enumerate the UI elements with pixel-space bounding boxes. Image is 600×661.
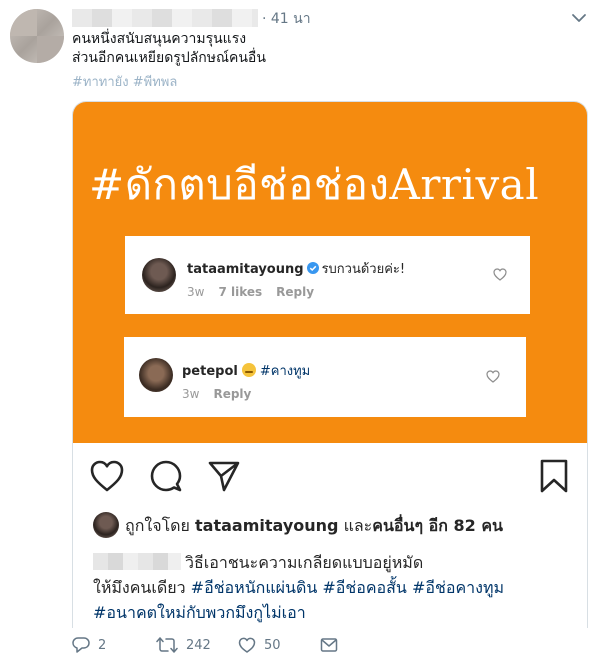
- like-count: 50: [264, 637, 281, 653]
- liker-avatar: [93, 512, 119, 538]
- verified-icon: [306, 262, 319, 274]
- comment-card: tataamitayoung รบกวนด้วยค่ะ! 3w 7 likes Rep…: [125, 236, 530, 314]
- comment-meta: 3w 7 likes Reply: [187, 285, 328, 299]
- caption-text: ให้มึงคนเดียว: [93, 578, 186, 597]
- blurred-username[interactable]: [72, 9, 258, 27]
- retweet-count: 242: [186, 637, 211, 653]
- blurred-caption-user: [93, 553, 181, 570]
- orange-panel: #ดักตบอีช่อช่องArrival tataamitayoung รบก…: [73, 102, 587, 443]
- reply-link[interactable]: Reply: [276, 285, 314, 299]
- tweet-text-line: ส่วนอีกคนเหยียดรูปลักษณ์คนอื่น: [72, 50, 266, 66]
- comment-card: petepol #คางทูม 3w Reply: [124, 337, 526, 417]
- heart-icon[interactable]: [89, 459, 125, 493]
- comment-icon: [72, 637, 90, 653]
- mail-icon: [320, 638, 338, 652]
- comment-header: petepol #คางทูม: [182, 360, 310, 381]
- headline-text: #ดักตบอีช่อช่องArrival: [89, 160, 540, 209]
- tweet-media[interactable]: #ดักตบอีช่อช่องArrival tataamitayoung รบก…: [72, 101, 588, 661]
- comment-username: petepol: [182, 364, 238, 379]
- comment-hashtag[interactable]: #คางทูม: [260, 364, 310, 379]
- comment-username: tataamitayoung: [187, 262, 304, 277]
- caption: วิธีเอาชนะความเกลียดแบบอยู่หมัด ให้มึงคน…: [93, 550, 573, 625]
- heart-icon[interactable]: [493, 268, 507, 281]
- tweet-hashtags[interactable]: #ทาทายัง #พีทพล: [72, 71, 177, 92]
- tweet: · 41 นา คนหนึ่งสนับสนุนความรุนแรง ส่วนอี…: [0, 0, 600, 661]
- message-button[interactable]: [320, 636, 346, 654]
- reply-count: 2: [98, 637, 107, 653]
- comment-text: รบกวนด้วยค่ะ!: [321, 262, 406, 277]
- liked-by: ถูกใจโดย tataamitayoung และคนอื่นๆ อีก 8…: [93, 512, 503, 539]
- liked-others[interactable]: คนอื่นๆ อีก 82 คน: [372, 516, 503, 535]
- like-button[interactable]: 50: [238, 636, 281, 654]
- reply-link[interactable]: Reply: [213, 387, 251, 401]
- liked-and: และ: [343, 516, 373, 535]
- tweet-action-bar: 2 242 50: [0, 628, 600, 661]
- tweet-text: คนหนึ่งสนับสนุนความรุนแรง ส่วนอีกคนเหยีย…: [72, 30, 266, 68]
- emoji-icon: [241, 363, 256, 377]
- heart-icon: [238, 637, 256, 653]
- avatar[interactable]: [10, 9, 64, 63]
- retweet-icon: [156, 637, 178, 653]
- chevron-down-icon[interactable]: [571, 11, 587, 25]
- commenter-avatar: [142, 258, 176, 292]
- comment-time: 3w: [187, 285, 205, 299]
- reply-button[interactable]: 2: [72, 636, 106, 654]
- tweet-time[interactable]: · 41 นา: [262, 8, 311, 30]
- caption-text: วิธีเอาชนะความเกลียดแบบอยู่หมัด: [185, 553, 424, 572]
- share-icon[interactable]: [207, 459, 241, 493]
- commenter-avatar: [139, 358, 173, 392]
- tweet-text-line: คนหนึ่งสนับสนุนความรุนแรง: [72, 31, 247, 47]
- comment-icon[interactable]: [149, 459, 183, 493]
- liked-prefix: ถูกใจโดย: [125, 516, 190, 535]
- comment-time: 3w: [182, 387, 200, 401]
- bookmark-icon[interactable]: [539, 459, 569, 493]
- comment-header: tataamitayoung รบกวนด้วยค่ะ!: [187, 258, 405, 279]
- comment-meta: 3w Reply: [182, 387, 265, 401]
- heart-icon[interactable]: [486, 370, 500, 383]
- ig-action-row: [73, 459, 587, 495]
- comment-likes[interactable]: 7 likes: [218, 285, 262, 299]
- liked-user[interactable]: tataamitayoung: [195, 516, 338, 535]
- retweet-button[interactable]: 242: [156, 636, 211, 654]
